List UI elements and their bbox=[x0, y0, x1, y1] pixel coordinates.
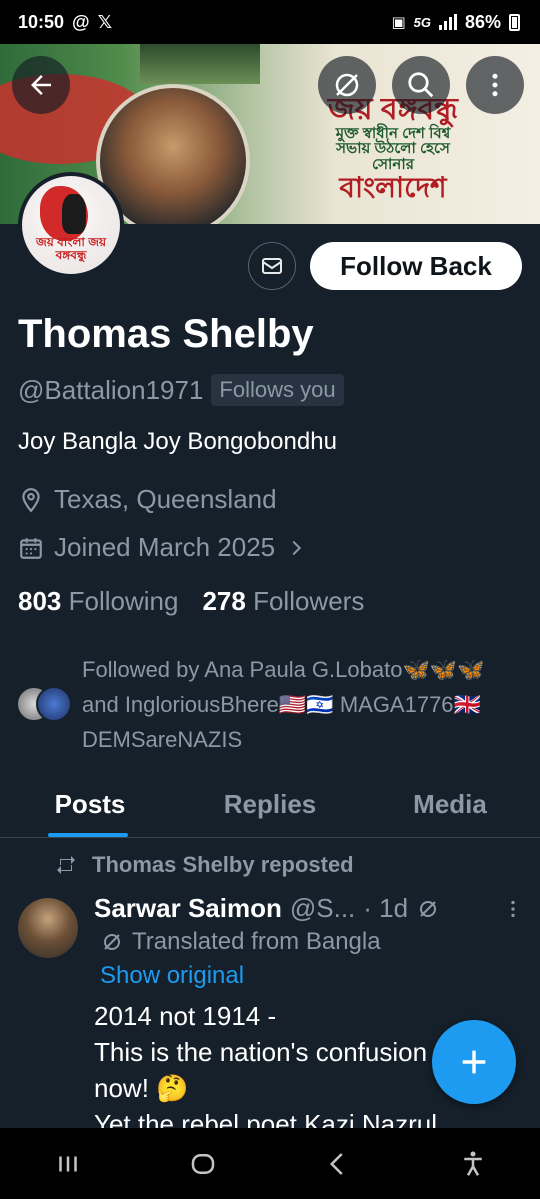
banner-headline-bottom: বাংলাদেশ bbox=[339, 171, 447, 203]
message-button[interactable] bbox=[248, 242, 296, 290]
back-icon[interactable] bbox=[323, 1149, 353, 1179]
post-time: · 1d bbox=[363, 893, 409, 923]
avatar-figure bbox=[62, 194, 86, 234]
location-pin-icon bbox=[22, 487, 40, 512]
banner-crowd bbox=[140, 44, 260, 84]
profile-handle: @Battalion1971 bbox=[18, 374, 204, 405]
network-label: 5G bbox=[413, 14, 431, 30]
translate-icon bbox=[104, 934, 120, 950]
profile-bio: Joy Bangla Joy Bongobondhu bbox=[18, 428, 337, 455]
follow-back-button[interactable]: Follow Back bbox=[310, 242, 522, 290]
translated-text: Translated from Bangla bbox=[132, 928, 381, 955]
calendar-icon bbox=[20, 537, 42, 559]
more-options-button[interactable] bbox=[466, 56, 524, 114]
tab-posts[interactable]: Posts bbox=[0, 772, 180, 837]
mutual-avatar-2 bbox=[36, 686, 72, 722]
joined-text: Joined March 2025 bbox=[54, 532, 276, 562]
plus-icon bbox=[462, 1050, 486, 1074]
compose-button[interactable] bbox=[432, 1020, 516, 1104]
show-original-link[interactable]: Show original bbox=[100, 962, 244, 990]
status-bar: 10:50 @ 𝕏 ▣ 5G 86% bbox=[0, 0, 540, 44]
x-logo-icon: 𝕏 bbox=[97, 11, 113, 32]
status-time: 10:50 bbox=[18, 11, 65, 32]
profile-tabs: Posts Replies Media bbox=[0, 772, 540, 838]
translated-label-row: Translated from Bangla bbox=[100, 928, 381, 956]
system-nav-bar bbox=[0, 1128, 540, 1199]
sim-icon: ▣ bbox=[391, 14, 406, 31]
profile-location: Texas, Queensland bbox=[18, 484, 277, 515]
battery-icon bbox=[509, 13, 520, 31]
post-author-avatar[interactable] bbox=[18, 898, 78, 958]
avatar-caption: জয় বাংলা জয় বঙ্গবন্ধু bbox=[35, 234, 107, 262]
battery-percent: 86% bbox=[464, 11, 501, 32]
avatar-image: জয় বাংলা জয় বঙ্গবন্ধু bbox=[22, 176, 120, 274]
handle-row: @Battalion1971 Follows you bbox=[18, 374, 344, 406]
back-arrow-icon bbox=[31, 75, 51, 95]
followed-by-section[interactable]: Followed by Ana Paula G.Lobato🦋🦋🦋 and In… bbox=[16, 652, 526, 757]
followers-label: Followers bbox=[253, 586, 365, 616]
follow-stats: 803 Following 278 Followers bbox=[18, 586, 364, 617]
follows-you-badge: Follows you bbox=[211, 374, 344, 406]
following-count: 803 bbox=[18, 586, 62, 616]
at-sign-icon: @ bbox=[72, 11, 90, 32]
mail-icon bbox=[262, 258, 282, 274]
more-vertical-icon bbox=[492, 73, 498, 97]
repost-label: Thomas Shelby reposted bbox=[92, 852, 354, 877]
signal-icon bbox=[438, 14, 457, 30]
grok-icon[interactable] bbox=[416, 897, 440, 921]
tab-replies[interactable]: Replies bbox=[180, 772, 360, 837]
banner-headline-mid: মুক্ত স্বাধীন দেশ বিশ্ব সভায় উঠলো হেসে … bbox=[335, 124, 451, 173]
repost-icon bbox=[57, 856, 75, 874]
followers-link[interactable]: 278 Followers bbox=[202, 586, 364, 617]
post-more-icon[interactable] bbox=[502, 898, 524, 920]
followers-count: 278 bbox=[202, 586, 246, 616]
repost-indicator: Thomas Shelby reposted bbox=[54, 852, 354, 878]
post-author-name[interactable]: Sarwar Saimon bbox=[94, 893, 282, 924]
chevron-right-icon bbox=[292, 540, 302, 555]
grok-button[interactable] bbox=[318, 56, 376, 114]
profile-name: Thomas Shelby bbox=[18, 312, 314, 356]
search-icon bbox=[408, 72, 434, 98]
post-author-handle[interactable]: @S... bbox=[290, 893, 355, 924]
following-link[interactable]: 803 Following bbox=[18, 586, 178, 617]
profile-avatar[interactable]: জয় বাংলা জয় বঙ্গবন্ধু bbox=[18, 172, 124, 278]
home-icon[interactable] bbox=[188, 1149, 218, 1179]
tab-media[interactable]: Media bbox=[360, 772, 540, 837]
profile-joined[interactable]: Joined March 2025 bbox=[18, 532, 307, 563]
recent-apps-icon[interactable] bbox=[53, 1149, 83, 1179]
followed-by-text: Followed by Ana Paula G.Lobato🦋🦋🦋 and In… bbox=[82, 657, 485, 752]
post-header: Sarwar Saimon @S... · 1d bbox=[94, 893, 524, 924]
back-button[interactable] bbox=[12, 56, 70, 114]
grok-icon bbox=[335, 73, 359, 97]
mutual-avatars bbox=[16, 686, 72, 726]
location-text: Texas, Queensland bbox=[54, 484, 277, 514]
following-label: Following bbox=[68, 586, 179, 616]
search-button[interactable] bbox=[392, 56, 450, 114]
accessibility-icon[interactable] bbox=[458, 1149, 488, 1179]
